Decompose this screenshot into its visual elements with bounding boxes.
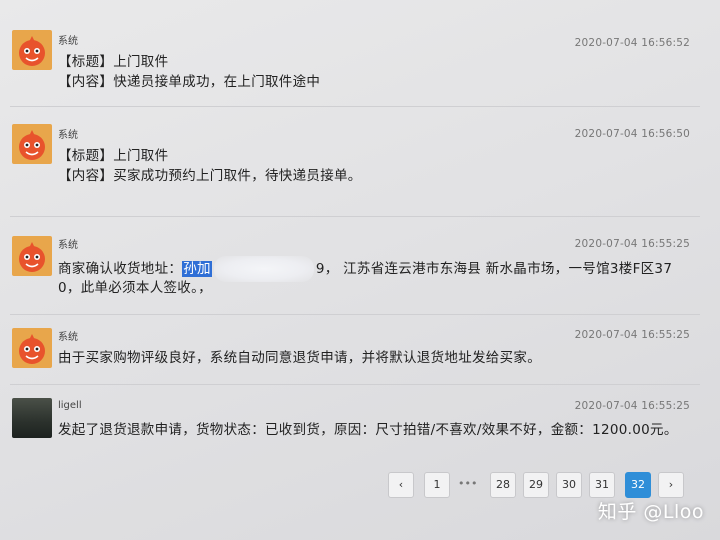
page-button[interactable]: 28 [490, 472, 516, 498]
sender-name: ligell [58, 400, 82, 411]
redacted-region [213, 256, 314, 282]
avatar [12, 30, 52, 70]
message-content: 由于买家购物评级良好，系统自动同意退货申请，并将默认退货地址发给买家。 [58, 350, 541, 366]
mascot-icon [19, 334, 45, 364]
divider [10, 384, 700, 385]
page-button[interactable]: 31 [589, 472, 615, 498]
sender-name: 系统 [58, 36, 78, 47]
page-button[interactable]: 29 [523, 472, 549, 498]
address-label: 商家确认收货地址： [58, 261, 183, 277]
prev-page-button[interactable]: ‹ [388, 472, 414, 498]
current-page-button[interactable]: 32 [625, 472, 651, 498]
mascot-icon [19, 242, 45, 272]
timestamp: 2020-07-04 16:55:25 [574, 329, 690, 341]
divider [10, 216, 700, 217]
divider [10, 106, 700, 107]
avatar [12, 398, 52, 438]
next-page-button[interactable]: › [658, 472, 684, 498]
message-title: 【标题】上门取件 [58, 148, 169, 164]
message-list: 系统 2020-07-04 16:56:52 【标题】上门取件 【内容】快递员接… [0, 0, 720, 540]
message-content: 【内容】买家成功预约上门取件，待快递员接单。 [58, 168, 362, 184]
mascot-icon [19, 130, 45, 160]
address-text: 9， 江苏省连云港市东海县 新水晶市场，一号馆3楼F区37 [315, 261, 673, 277]
message-content: 发起了退货退款申请，货物状态：已收到货，原因：尺寸拍错/不喜欢/效果不好，金额：… [58, 422, 678, 438]
timestamp: 2020-07-04 16:56:52 [574, 37, 690, 49]
timestamp: 2020-07-04 16:55:25 [574, 238, 690, 250]
mascot-icon [19, 36, 45, 66]
sender-name: 系统 [58, 240, 78, 251]
page-button[interactable]: 1 [424, 472, 450, 498]
watermark: 知乎 @Lloo [597, 501, 704, 523]
divider [10, 314, 700, 315]
page-button[interactable]: 30 [556, 472, 582, 498]
avatar [12, 328, 52, 368]
sender-name: 系统 [58, 332, 78, 343]
message-title: 【标题】上门取件 [58, 54, 169, 70]
address-line-2: 0，此单必须本人签收。， [58, 280, 212, 296]
timestamp: 2020-07-04 16:56:50 [574, 128, 690, 140]
sender-name: 系统 [58, 130, 78, 141]
selected-text: 孙加 [182, 261, 212, 277]
avatar [12, 236, 52, 276]
message-content: 【内容】快递员接单成功，在上门取件途中 [58, 74, 321, 90]
avatar [12, 124, 52, 164]
timestamp: 2020-07-04 16:55:25 [574, 400, 690, 412]
pagination-ellipsis: ••• [458, 477, 478, 490]
